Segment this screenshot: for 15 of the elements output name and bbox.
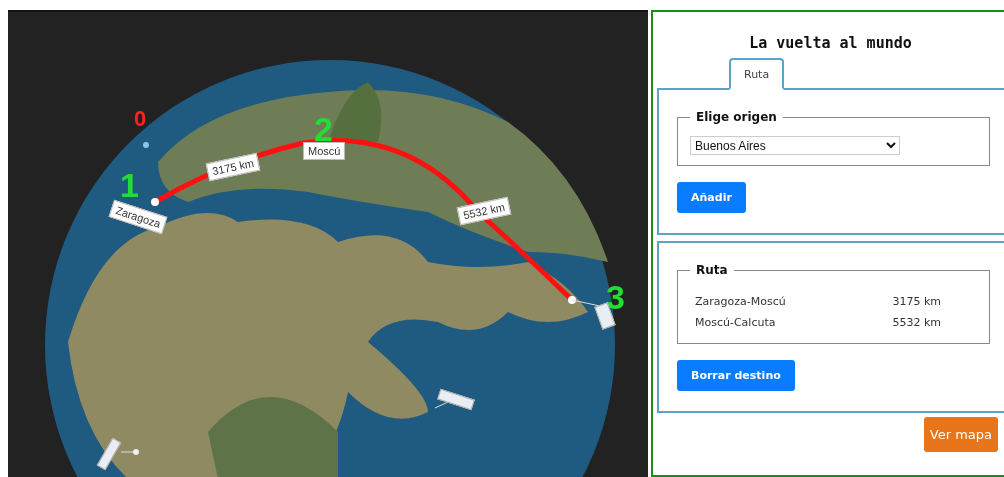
add-button[interactable]: Añadir <box>677 182 746 213</box>
app-title: La vuelta al mundo <box>748 34 913 52</box>
place-label: Moscú <box>303 142 346 160</box>
distance-cell: 5532 km <box>892 316 941 329</box>
stop-number: 0 <box>134 108 147 130</box>
tab[interactable]: Ruta <box>729 58 785 90</box>
clear-button[interactable]: Borrar destino <box>677 360 795 391</box>
distance-cell: 3175 km <box>892 295 941 308</box>
fieldset-legend: Elige origen <box>690 110 783 124</box>
stop-number: 1 <box>120 168 139 202</box>
segment-cell: Zaragoza-Moscú <box>695 295 786 308</box>
stop-number: 3 <box>606 280 625 314</box>
segment-cell: Moscú-Calcuta <box>695 316 776 329</box>
fieldset-legend: Ruta <box>690 263 734 277</box>
origin-select[interactable]: Buenos Aires <box>690 136 900 155</box>
